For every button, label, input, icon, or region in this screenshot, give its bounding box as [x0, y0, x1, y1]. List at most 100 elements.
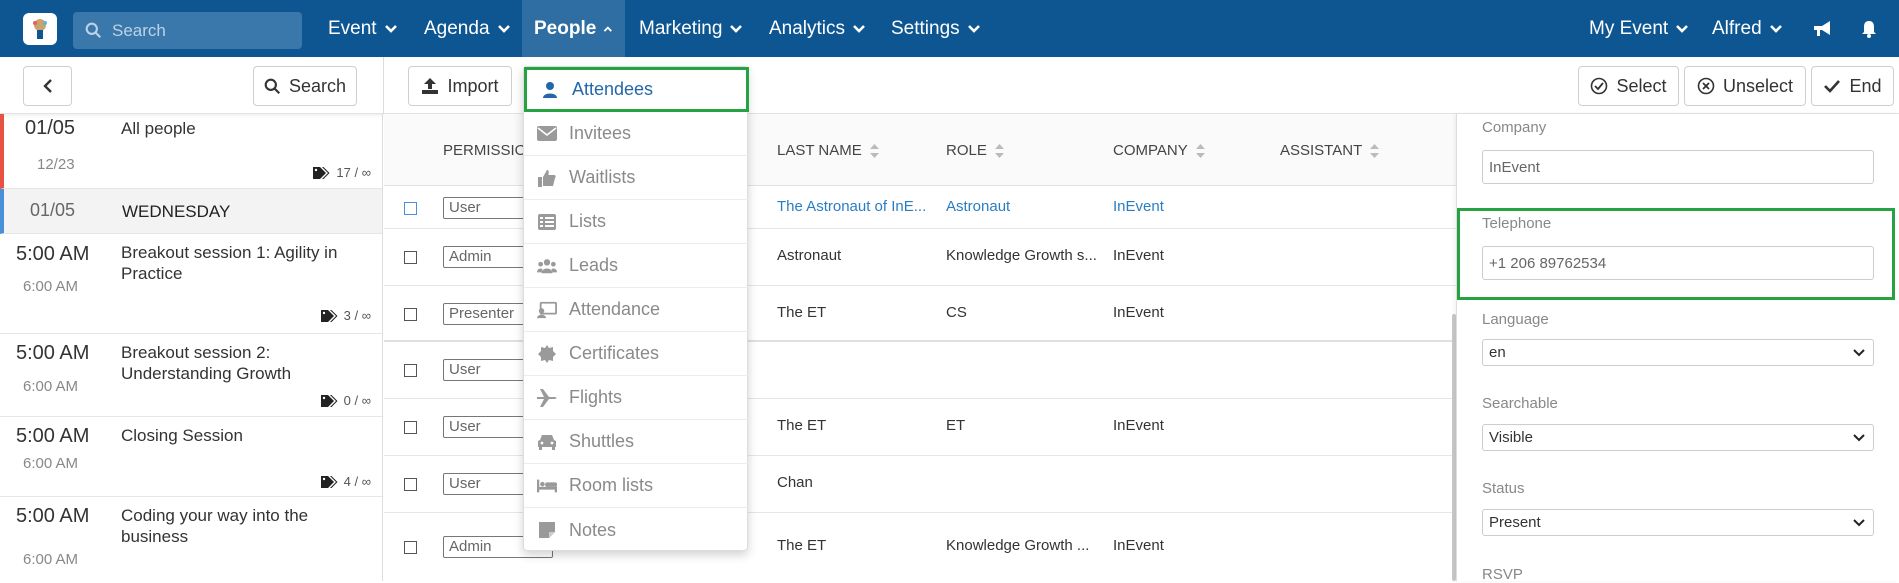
people-dropdown-menu: Attendees Invitees Waitlists Lists Leads…: [523, 66, 749, 552]
toolbar: Search Import Select Unselect End: [0, 57, 1899, 114]
agenda-day-header[interactable]: 01/05 WEDNESDAY: [0, 189, 382, 234]
top-navbar: Search Event Agenda People Marketing Ana…: [0, 0, 1899, 57]
unselect-button[interactable]: Unselect: [1684, 66, 1806, 106]
list-icon: [537, 212, 557, 232]
row-checkbox[interactable]: [404, 308, 417, 321]
language-label: Language: [1482, 311, 1549, 328]
menu-item-shuttles[interactable]: Shuttles: [524, 420, 749, 464]
nav-analytics[interactable]: Analytics: [757, 0, 878, 57]
rsvp-label: RSVP: [1482, 566, 1523, 583]
menu-item-certificates[interactable]: Certificates: [524, 332, 749, 376]
x-circle-icon: [1697, 77, 1715, 95]
column-assistant[interactable]: ASSISTANT: [1280, 142, 1380, 159]
check-circle-icon: [1591, 77, 1608, 95]
row-checkbox[interactable]: [404, 421, 417, 434]
row-checkbox[interactable]: [404, 202, 417, 215]
menu-item-room-lists[interactable]: Room lists: [524, 464, 749, 508]
row-checkbox[interactable]: [404, 541, 417, 554]
searchable-select[interactable]: Visible: [1482, 424, 1874, 451]
bed-icon: [537, 476, 557, 496]
nav-marketing[interactable]: Marketing: [627, 0, 755, 57]
searchable-label: Searchable: [1482, 395, 1558, 412]
column-permission[interactable]: PERMISSIO: [443, 142, 526, 159]
menu-item-leads[interactable]: Leads: [524, 244, 749, 288]
menu-item-lists[interactable]: Lists: [524, 200, 749, 244]
sort-icon: [994, 143, 1004, 158]
nav-event[interactable]: Event: [316, 0, 410, 57]
tags-icon: [320, 309, 338, 322]
chevron-down-icon: [497, 24, 510, 33]
upload-icon: [422, 78, 439, 94]
chevron-down-icon: [853, 24, 865, 33]
column-company[interactable]: COMPANY: [1113, 142, 1205, 159]
import-button[interactable]: Import: [408, 66, 512, 106]
megaphone-button[interactable]: [1800, 0, 1846, 57]
nav-user-menu[interactable]: Alfred: [1700, 0, 1795, 57]
agenda-item-session[interactable]: 5:00 AM 6:00 AM Breakout session 1: Agil…: [0, 234, 382, 334]
megaphone-icon: [1814, 20, 1830, 36]
search-placeholder: Search: [112, 20, 166, 40]
menu-item-invitees[interactable]: Invitees: [524, 112, 749, 156]
agenda-item-session[interactable]: 5:00 AM 6:00 AM Closing Session 4 / ∞: [0, 417, 382, 497]
chevron-down-icon: [1853, 433, 1865, 441]
envelope-icon: [537, 124, 557, 144]
status-label: Status: [1482, 480, 1525, 497]
telephone-highlight: [1457, 208, 1895, 300]
sort-icon: [869, 143, 879, 158]
check-icon: [1824, 80, 1841, 93]
back-button[interactable]: [23, 66, 72, 106]
nav-my-event[interactable]: My Event: [1577, 0, 1701, 57]
toolbar-divider: [383, 57, 384, 114]
search-icon: [264, 78, 281, 94]
tags-icon: [320, 394, 338, 407]
tags-icon: [313, 166, 330, 179]
agenda-search-button[interactable]: Search: [253, 66, 357, 106]
thumbs-up-icon: [537, 168, 557, 188]
agenda-item-all-people[interactable]: 01/05 12/23 All people 17 / ∞: [0, 114, 382, 189]
menu-item-waitlists[interactable]: Waitlists: [524, 156, 749, 200]
agenda-sidebar: 01/05 12/23 All people 17 / ∞ 01/05 WEDN…: [0, 114, 383, 581]
company-label: Company: [1482, 119, 1547, 136]
global-search-input[interactable]: Search: [73, 12, 302, 49]
company-field[interactable]: InEvent: [1482, 150, 1874, 184]
nav-settings[interactable]: Settings: [879, 0, 993, 57]
menu-item-flights[interactable]: Flights: [524, 376, 749, 420]
menu-item-notes[interactable]: Notes: [524, 508, 749, 552]
agenda-item-session[interactable]: 5:00 AM 6:00 AM Coding your way into the…: [0, 497, 382, 581]
nav-agenda[interactable]: Agenda: [412, 0, 523, 57]
app-logo[interactable]: [23, 13, 57, 45]
nav-people[interactable]: People: [522, 0, 625, 57]
certificate-icon: [537, 344, 557, 364]
chevron-down-icon: [1676, 24, 1689, 33]
chevron-up-icon: [604, 25, 613, 32]
menu-item-attendance[interactable]: Attendance: [524, 288, 749, 332]
chevron-down-icon: [967, 24, 980, 33]
chevron-down-icon: [1853, 518, 1865, 526]
tags-icon: [320, 475, 338, 488]
users-icon: [537, 256, 557, 276]
sort-icon: [1195, 143, 1205, 158]
language-select[interactable]: en: [1482, 339, 1874, 366]
car-icon: [537, 432, 557, 452]
status-select[interactable]: Present: [1482, 509, 1874, 536]
select-button[interactable]: Select: [1578, 66, 1679, 106]
chevron-down-icon: [1769, 24, 1782, 33]
row-checkbox[interactable]: [404, 364, 417, 377]
session-capacity: 17 / ∞: [313, 165, 371, 180]
plane-icon: [537, 388, 557, 408]
user-icon: [540, 80, 560, 100]
session-capacity: 4 / ∞: [320, 474, 371, 489]
row-checkbox[interactable]: [404, 478, 417, 491]
bell-icon: [1862, 20, 1876, 38]
notifications-button[interactable]: [1848, 0, 1890, 57]
row-checkbox[interactable]: [404, 251, 417, 264]
end-button[interactable]: End: [1811, 66, 1894, 106]
chevron-left-icon: [42, 79, 52, 93]
column-last-name[interactable]: LAST NAME: [777, 142, 879, 159]
attendee-details-panel: Company InEvent Telephone +1 206 8976253…: [1456, 114, 1899, 583]
column-role[interactable]: ROLE: [946, 142, 1004, 159]
session-capacity: 3 / ∞: [320, 308, 371, 323]
agenda-item-session[interactable]: 5:00 AM 6:00 AM Breakout session 2: Unde…: [0, 334, 382, 417]
menu-item-attendees[interactable]: Attendees: [524, 67, 749, 112]
chevron-down-icon: [384, 24, 397, 33]
